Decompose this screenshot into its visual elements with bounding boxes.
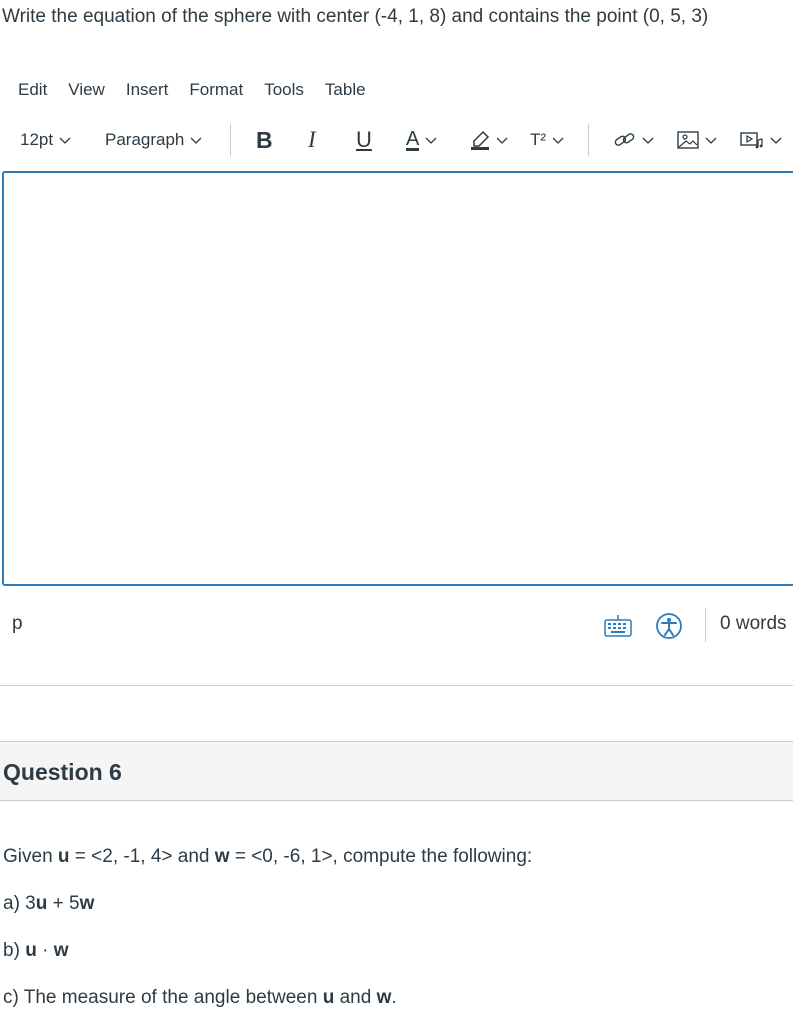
media-icon xyxy=(740,132,763,149)
vector-w: w xyxy=(376,987,392,1008)
chevron-down-icon xyxy=(425,137,437,144)
question-part-c: c) The measure of the angle between u an… xyxy=(3,987,397,1009)
image-button[interactable] xyxy=(677,122,717,158)
highlight-color-button[interactable] xyxy=(470,122,508,158)
keyboard-shortcuts-button[interactable] xyxy=(604,610,632,642)
editor-menubar: Edit View Insert Format Tools Table xyxy=(18,79,387,101)
vector-u: u xyxy=(57,846,70,867)
editor-toolbar: 12pt Paragraph B I U A T² xyxy=(0,122,793,158)
question-part-a: a) 3u + 5w xyxy=(3,893,94,915)
font-size-select[interactable]: 12pt xyxy=(20,122,71,158)
statusbar-divider xyxy=(705,608,706,642)
italic-label: I xyxy=(308,127,316,152)
menu-tools[interactable]: Tools xyxy=(264,79,304,101)
superscript-button[interactable]: T² xyxy=(530,122,564,158)
chevron-down-icon xyxy=(552,137,564,144)
section-divider xyxy=(0,685,793,686)
chevron-down-icon xyxy=(59,137,71,144)
media-button[interactable] xyxy=(740,122,782,158)
question-title: Question 6 xyxy=(3,759,122,785)
menu-edit[interactable]: Edit xyxy=(18,79,47,101)
question-text-line: Given u = <2, -1, 4> and w = <0, -6, 1>,… xyxy=(3,846,532,868)
chevron-down-icon xyxy=(642,137,654,144)
italic-button[interactable]: I xyxy=(308,122,316,158)
text-segment: = <2, -1, 4> and xyxy=(69,846,215,867)
toolbar-divider xyxy=(230,124,231,156)
text-color-button[interactable]: A xyxy=(406,122,437,158)
vector-w: w xyxy=(53,940,69,961)
superscript-label: T² xyxy=(530,130,547,149)
menu-insert[interactable]: Insert xyxy=(126,79,169,101)
element-path[interactable]: p xyxy=(12,613,23,635)
text-segment: c) The measure of the angle between xyxy=(3,987,323,1008)
vector-w: w xyxy=(214,846,230,867)
accessibility-checker-button[interactable] xyxy=(655,610,683,642)
chevron-down-icon xyxy=(496,137,508,144)
text-segment: = <0, -6, 1>, compute the following: xyxy=(229,846,533,867)
chevron-down-icon xyxy=(705,137,717,144)
text-segment: and xyxy=(334,987,377,1008)
image-icon xyxy=(677,131,699,149)
question-prompt: Write the equation of the sphere with ce… xyxy=(2,6,709,27)
menu-format[interactable]: Format xyxy=(189,79,243,101)
word-count[interactable]: 0 words xyxy=(720,613,787,635)
menu-view[interactable]: View xyxy=(68,79,105,101)
block-format-value: Paragraph xyxy=(105,130,185,149)
dot-operator: · xyxy=(36,940,54,961)
menu-table[interactable]: Table xyxy=(325,79,366,101)
text-segment: + 5 xyxy=(47,893,80,914)
vector-u: u xyxy=(25,940,37,961)
vector-u: u xyxy=(35,893,48,914)
chevron-down-icon xyxy=(190,137,202,144)
keyboard-icon xyxy=(604,615,632,637)
link-button[interactable] xyxy=(614,122,654,158)
text-segment: a) 3 xyxy=(3,893,36,914)
text-segment: Given xyxy=(3,846,58,867)
underline-label: U xyxy=(356,127,372,152)
bold-button[interactable]: B xyxy=(256,122,273,158)
vector-w: w xyxy=(79,893,95,914)
text-segment: . xyxy=(391,987,397,1008)
block-format-select[interactable]: Paragraph xyxy=(105,122,202,158)
rich-text-editor[interactable] xyxy=(2,171,793,586)
accessibility-icon xyxy=(656,613,682,639)
bold-label: B xyxy=(256,126,273,153)
toolbar-divider xyxy=(588,124,589,156)
chevron-down-icon xyxy=(770,137,782,144)
font-size-value: 12pt xyxy=(20,130,54,149)
question-part-b: b) u · w xyxy=(3,940,68,962)
text-color-label: A xyxy=(406,127,420,151)
text-segment: b) xyxy=(3,940,26,961)
highlighter-icon xyxy=(471,130,490,150)
vector-u: u xyxy=(322,987,335,1008)
underline-button[interactable]: U xyxy=(356,122,372,158)
link-icon xyxy=(614,133,635,146)
